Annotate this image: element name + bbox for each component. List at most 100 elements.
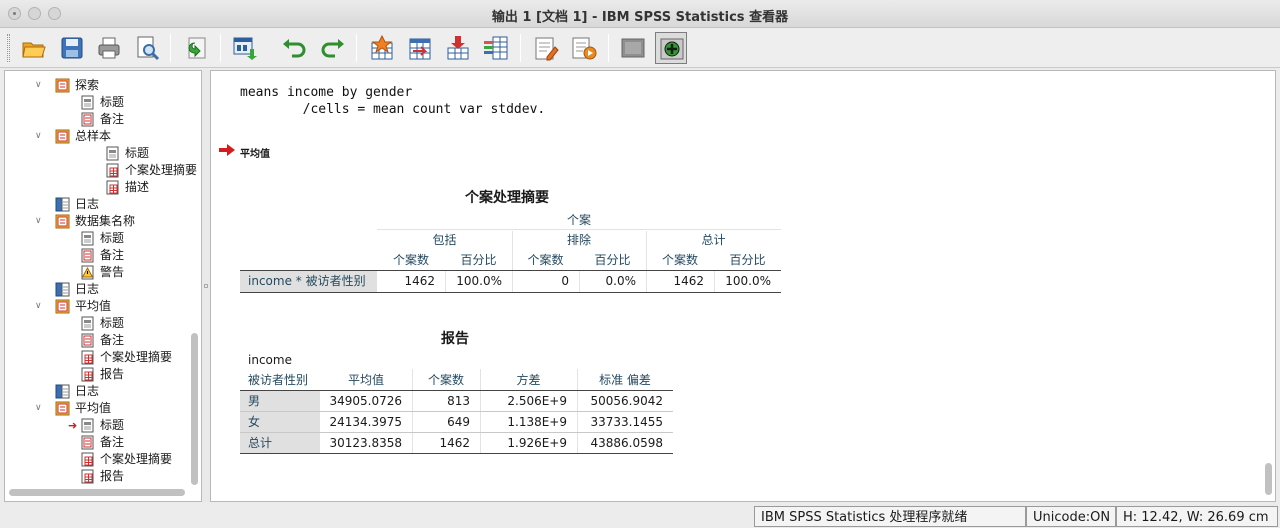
outline-item[interactable]: 标题 xyxy=(5,315,201,332)
summary-cell: 0 xyxy=(561,274,569,288)
table-icon xyxy=(80,452,95,467)
report-cell: 1.926E+9 xyxy=(507,436,567,450)
header-divider xyxy=(412,369,413,390)
pane-splitter[interactable] xyxy=(202,70,210,502)
open-button[interactable] xyxy=(18,32,50,64)
report-table-title[interactable]: 报告 xyxy=(433,328,477,348)
report-cell: 33733.1455 xyxy=(590,415,663,429)
outline-vertical-scrollbar[interactable] xyxy=(191,333,198,485)
outline-item-label: 标题 xyxy=(100,231,125,245)
print-preview-button[interactable] xyxy=(131,32,163,64)
table-icon xyxy=(105,163,120,178)
outline-item-label: 个案处理摘要 xyxy=(125,163,198,177)
expand-chevron-icon[interactable]: ∨ xyxy=(35,298,45,315)
cell-divider xyxy=(512,271,513,292)
redo-button[interactable] xyxy=(317,32,349,64)
outline-item[interactable]: 报告 xyxy=(5,468,201,485)
processor-status: IBM SPSS Statistics 处理程序就绪 xyxy=(754,506,1026,527)
book-icon xyxy=(55,214,70,229)
row-divider xyxy=(240,453,673,454)
column-subheader: 百分比 xyxy=(460,253,497,267)
cell-divider xyxy=(579,271,580,292)
outline-item[interactable]: 警告 xyxy=(5,264,201,281)
undo-button[interactable] xyxy=(278,32,310,64)
outline-item[interactable]: 日志 xyxy=(5,281,201,298)
outline-item[interactable]: ∨ 总样本 xyxy=(5,128,201,145)
expand-chevron-icon[interactable]: ∨ xyxy=(35,77,45,94)
expand-chevron-icon[interactable]: ∨ xyxy=(35,128,45,145)
syntax-log: means income by gender /cells = mean cou… xyxy=(240,84,545,118)
save-button[interactable] xyxy=(56,32,88,64)
hide-button[interactable] xyxy=(617,32,649,64)
report-column-header: 被访者性别 xyxy=(248,373,309,387)
outline-item-label: 探索 xyxy=(75,78,100,92)
run-script-button[interactable] xyxy=(568,32,600,64)
goto-case-button[interactable] xyxy=(404,32,436,64)
outline-item-label: 日志 xyxy=(75,384,100,398)
variables-button[interactable] xyxy=(480,32,512,64)
title-icon xyxy=(80,95,95,110)
output-content-pane[interactable]: means income by gender /cells = mean cou… xyxy=(210,70,1276,502)
outline-item[interactable]: 备注 xyxy=(5,434,201,451)
content-vertical-scrollbar[interactable] xyxy=(1265,463,1272,495)
recall-dialog-button[interactable] xyxy=(229,32,261,64)
outline-pane[interactable]: ∨ 探索 标题 备注 ∨ 总样本 标题 个案处理摘要 描述 日志 ∨ 数据集名称 标题 备注 警告 日志 ∨ 平均… xyxy=(4,70,202,502)
designate-window-button[interactable] xyxy=(530,32,562,64)
summary-cell: 0.0% xyxy=(605,274,637,288)
print-button[interactable] xyxy=(93,32,125,64)
report-cell: 649 xyxy=(447,415,470,429)
outline-item[interactable]: ∨ 平均值 xyxy=(5,298,201,315)
insert-output-button[interactable] xyxy=(655,32,687,64)
outline-item[interactable]: 备注 xyxy=(5,332,201,349)
outline-item[interactable]: 备注 xyxy=(5,111,201,128)
outline-item[interactable]: 日志 xyxy=(5,383,201,400)
outline-item[interactable]: 个案处理摘要 xyxy=(5,349,201,366)
column-group-header: 包括 xyxy=(432,233,457,247)
outline-item-label: 标题 xyxy=(100,316,125,330)
outline-item[interactable]: 日志 xyxy=(5,196,201,213)
splitter-grip[interactable] xyxy=(204,284,208,288)
outline-horizontal-scrollbar[interactable] xyxy=(9,489,185,496)
outline-item[interactable]: 标题 xyxy=(5,94,201,111)
column-group-header: 总计 xyxy=(701,233,726,247)
outline-item-label: 总样本 xyxy=(75,129,112,143)
column-subheader: 百分比 xyxy=(594,253,631,267)
outline-item[interactable]: ∨ 探索 xyxy=(5,77,201,94)
cell-divider xyxy=(412,412,413,433)
book-icon xyxy=(55,401,70,416)
outline-item[interactable]: 备注 xyxy=(5,247,201,264)
summary-cell: 100.0% xyxy=(456,274,502,288)
expand-chevron-icon[interactable]: ∨ xyxy=(35,400,45,417)
book-icon xyxy=(55,299,70,314)
summary-table-title[interactable]: 个案处理摘要 xyxy=(461,187,553,207)
report-row-label: 女 xyxy=(240,412,320,433)
outline-item-label: 警告 xyxy=(100,265,125,279)
outline-item[interactable]: ∨ 数据集名称 xyxy=(5,213,201,230)
outline-item[interactable]: 个案处理摘要 xyxy=(5,162,201,179)
outline-item[interactable]: ∨ 平均值 xyxy=(5,400,201,417)
outline-item[interactable]: 标题 xyxy=(5,230,201,247)
export-button[interactable] xyxy=(180,32,212,64)
column-subheader: 个案数 xyxy=(392,253,429,267)
toolbar-grip[interactable] xyxy=(7,34,10,62)
designate-window-icon xyxy=(535,37,559,61)
export-icon xyxy=(188,37,206,59)
cell-divider xyxy=(480,412,481,433)
outline-item-label: 备注 xyxy=(100,333,125,347)
goto-data-button[interactable] xyxy=(366,32,398,64)
outline-item[interactable]: 描述 xyxy=(5,179,201,196)
outline-item[interactable]: ➜ 标题 xyxy=(5,417,201,434)
title-bar: 输出 1 [文档 1] - IBM SPSS Statistics 查看器 xyxy=(0,0,1280,28)
outline-item[interactable]: 标题 xyxy=(5,145,201,162)
warning-icon xyxy=(80,265,95,280)
print-preview-icon xyxy=(137,36,160,61)
goto-variable-button[interactable] xyxy=(442,32,474,64)
section-heading[interactable]: 平均值 xyxy=(240,145,270,160)
print-icon xyxy=(98,37,120,59)
log-icon xyxy=(55,282,70,297)
cell-divider xyxy=(577,391,578,412)
outline-item[interactable]: 报告 xyxy=(5,366,201,383)
summary-cell: 100.0% xyxy=(725,274,771,288)
expand-chevron-icon[interactable]: ∨ xyxy=(35,213,45,230)
outline-item[interactable]: 个案处理摘要 xyxy=(5,451,201,468)
